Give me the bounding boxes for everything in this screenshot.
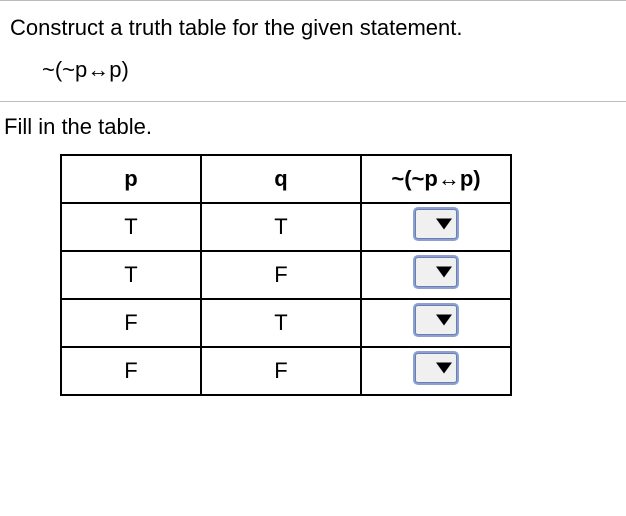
- statement-expression: ~(~p↔p): [0, 53, 626, 101]
- cell-p: T: [61, 251, 201, 299]
- result-dropdown[interactable]: [415, 305, 457, 335]
- cell-result: [361, 251, 511, 299]
- table-row: T F: [61, 251, 511, 299]
- result-dropdown[interactable]: [415, 353, 457, 383]
- table-row: F F: [61, 347, 511, 395]
- cell-q: T: [201, 299, 361, 347]
- result-dropdown[interactable]: [415, 209, 457, 239]
- header-q: q: [201, 155, 361, 203]
- result-dropdown[interactable]: [415, 257, 457, 287]
- table-header-row: p q ~(~p↔p): [61, 155, 511, 203]
- cell-p: F: [61, 347, 201, 395]
- cell-p: T: [61, 203, 201, 251]
- cell-p: F: [61, 299, 201, 347]
- header-result: ~(~p↔p): [361, 155, 511, 203]
- truth-table: p q ~(~p↔p) T T T F F T: [60, 154, 512, 396]
- fillin-prompt: Fill in the table.: [0, 102, 626, 154]
- table-row: F T: [61, 299, 511, 347]
- cell-q: F: [201, 251, 361, 299]
- cell-result: [361, 347, 511, 395]
- table-row: T T: [61, 203, 511, 251]
- cell-result: [361, 203, 511, 251]
- cell-q: F: [201, 347, 361, 395]
- chevron-down-icon: [436, 219, 452, 230]
- chevron-down-icon: [436, 267, 452, 278]
- truth-table-container: p q ~(~p↔p) T T T F F T: [0, 154, 626, 396]
- chevron-down-icon: [436, 363, 452, 374]
- cell-q: T: [201, 203, 361, 251]
- cell-result: [361, 299, 511, 347]
- instruction-text: Construct a truth table for the given st…: [0, 1, 626, 53]
- header-p: p: [61, 155, 201, 203]
- chevron-down-icon: [436, 315, 452, 326]
